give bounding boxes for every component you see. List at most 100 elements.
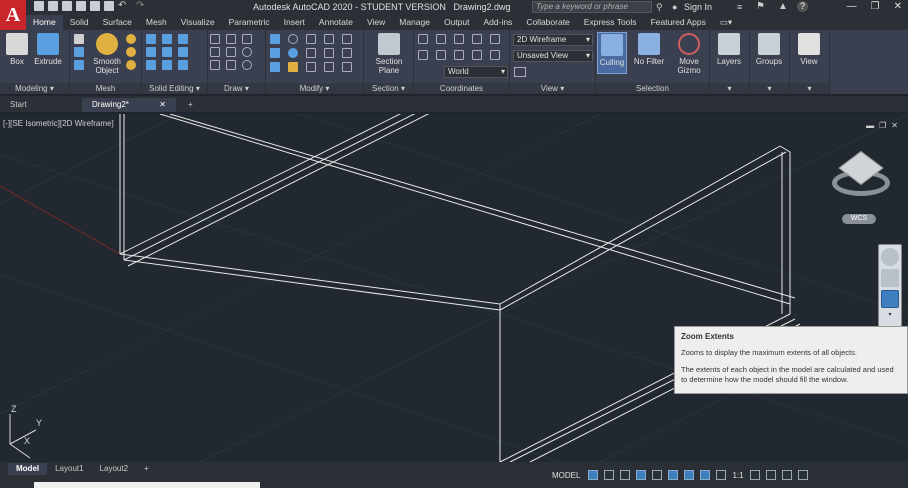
polyline-icon[interactable] [210,34,220,44]
arc-icon[interactable] [242,34,252,44]
3d-array-icon[interactable] [324,34,334,44]
plus-icon[interactable] [765,470,776,480]
3d-mirror-icon[interactable] [288,48,298,58]
layers-expand[interactable]: ▾ [710,83,749,94]
undo-icon[interactable]: ↶ [118,1,132,11]
panel-label-section[interactable]: Section ▾ [364,83,413,94]
annotation-visibility-icon[interactable] [700,470,711,480]
tab-surface[interactable]: Surface [96,15,139,30]
presspull-icon[interactable] [270,34,280,44]
ellipse-icon[interactable] [242,60,252,70]
extrude-faces-icon[interactable] [178,47,188,57]
panel-label-view[interactable]: View ▾ [510,83,595,94]
tab-express-tools[interactable]: Express Tools [577,15,644,30]
viewport-restore-icon[interactable]: ❐ [879,121,886,130]
file-tab-start[interactable]: Start [0,98,80,112]
tab-manage[interactable]: Manage [392,15,437,30]
scale-icon[interactable] [270,62,280,72]
intersect-icon[interactable] [146,60,156,70]
ucs-y-icon[interactable] [472,50,482,60]
tab-output[interactable]: Output [437,15,477,30]
groups-expand[interactable]: ▾ [750,83,789,94]
viewcube[interactable] [830,150,892,202]
new-icon[interactable] [34,1,44,11]
cart-icon[interactable]: ≡ [737,2,742,12]
snap-icon[interactable] [604,470,615,480]
isodraft-icon[interactable] [652,470,663,480]
maximize-icon[interactable]: ❐ [871,1,880,12]
zoom-extents-icon[interactable] [881,290,899,308]
ucs-zaxis-icon[interactable] [490,50,500,60]
section-plane-button[interactable]: Section Plane [372,33,406,75]
polygon-icon[interactable] [210,60,220,70]
culling-button[interactable]: Culling [597,32,627,74]
smooth-less-icon[interactable] [126,47,136,57]
autodesk-icon[interactable]: ▲ [778,1,788,12]
plot-icon[interactable] [104,1,114,11]
search-input[interactable]: Type a keyword or phrase [532,1,652,13]
grid-icon[interactable] [588,470,599,480]
exchange-icon[interactable]: ⚑ [756,1,765,12]
tab-insert[interactable]: Insert [277,15,312,30]
tab-layout1[interactable]: Layout1 [47,463,91,475]
ucs-object-icon[interactable] [436,50,446,60]
tab-mesh[interactable]: Mesh [139,15,174,30]
smooth-more-icon[interactable] [126,34,136,44]
copy-icon[interactable] [306,48,316,58]
tab-model[interactable]: Model [8,463,48,475]
new-tab-icon[interactable]: + [178,98,203,112]
layers-button[interactable]: Layers [714,33,744,66]
minimize-icon[interactable]: — [847,1,857,12]
view-expand[interactable]: ▾ [790,83,829,94]
isolate-icon[interactable] [781,470,792,480]
panel-label-modeling[interactable]: Modeling ▾ [0,83,69,94]
tab-add-ins[interactable]: Add-ins [476,15,519,30]
no-filter-button[interactable]: No Filter [632,33,666,66]
tab-layout2[interactable]: Layout2 [92,463,136,475]
binoculars-icon[interactable]: ⚲ [656,2,663,13]
panel-label-draw[interactable]: Draw ▾ [208,83,265,94]
ucs-icon[interactable] [418,34,428,44]
viewport-minimize-icon[interactable]: ▬ [866,121,874,130]
tab-featured-apps[interactable]: Featured Apps [644,15,713,30]
help-icon[interactable]: ? [797,1,808,12]
viewport-config-icon[interactable] [514,67,526,77]
saveas-icon[interactable] [76,1,86,11]
workspace-gear-icon[interactable] [749,470,760,480]
navbar-expand-icon[interactable]: ▾ [881,311,899,318]
drawing-viewport[interactable]: [-][SE Isometric][2D Wireframe] Z Y X ▬ … [0,114,908,462]
slice-icon[interactable] [162,34,172,44]
panel-label-modify[interactable]: Modify ▾ [266,83,363,94]
redo-icon[interactable]: ↷ [136,1,150,11]
union-icon[interactable] [146,34,156,44]
web-icon[interactable] [90,1,100,11]
osnap-icon[interactable] [668,470,679,480]
spline-icon[interactable] [210,47,220,57]
customize-icon[interactable] [797,470,808,480]
view-button[interactable]: View [794,33,824,66]
extract-edges-icon[interactable] [178,34,188,44]
panel-label-solid-editing[interactable]: Solid Editing ▾ [142,83,207,94]
interfere-icon[interactable] [162,47,172,57]
erase-icon[interactable] [306,62,316,72]
save-icon[interactable] [62,1,72,11]
ucs-origin-icon[interactable] [454,34,464,44]
model-space-button[interactable]: MODEL [550,470,582,481]
ribbon-options-icon[interactable]: ▭▾ [713,15,739,30]
pan-icon[interactable] [881,269,899,287]
box-button[interactable]: Box [2,33,32,66]
open-icon[interactable] [48,1,58,11]
viewport-close-icon[interactable]: ✕ [891,121,898,130]
tab-visualize[interactable]: Visualize [174,15,222,30]
groups-button[interactable]: Groups [754,33,784,66]
annotation-scale-button[interactable]: 1:1 [732,471,743,480]
tab-parametric[interactable]: Parametric [222,15,277,30]
array-icon[interactable] [342,62,352,72]
ucs-view-icon[interactable] [418,50,428,60]
ortho-icon[interactable] [620,470,631,480]
separate-icon[interactable] [178,60,188,70]
fillet-icon[interactable] [342,48,352,58]
add-layout-icon[interactable]: + [136,463,157,475]
ucs-face-icon[interactable] [454,50,464,60]
mesh-box-icon[interactable] [74,34,84,44]
